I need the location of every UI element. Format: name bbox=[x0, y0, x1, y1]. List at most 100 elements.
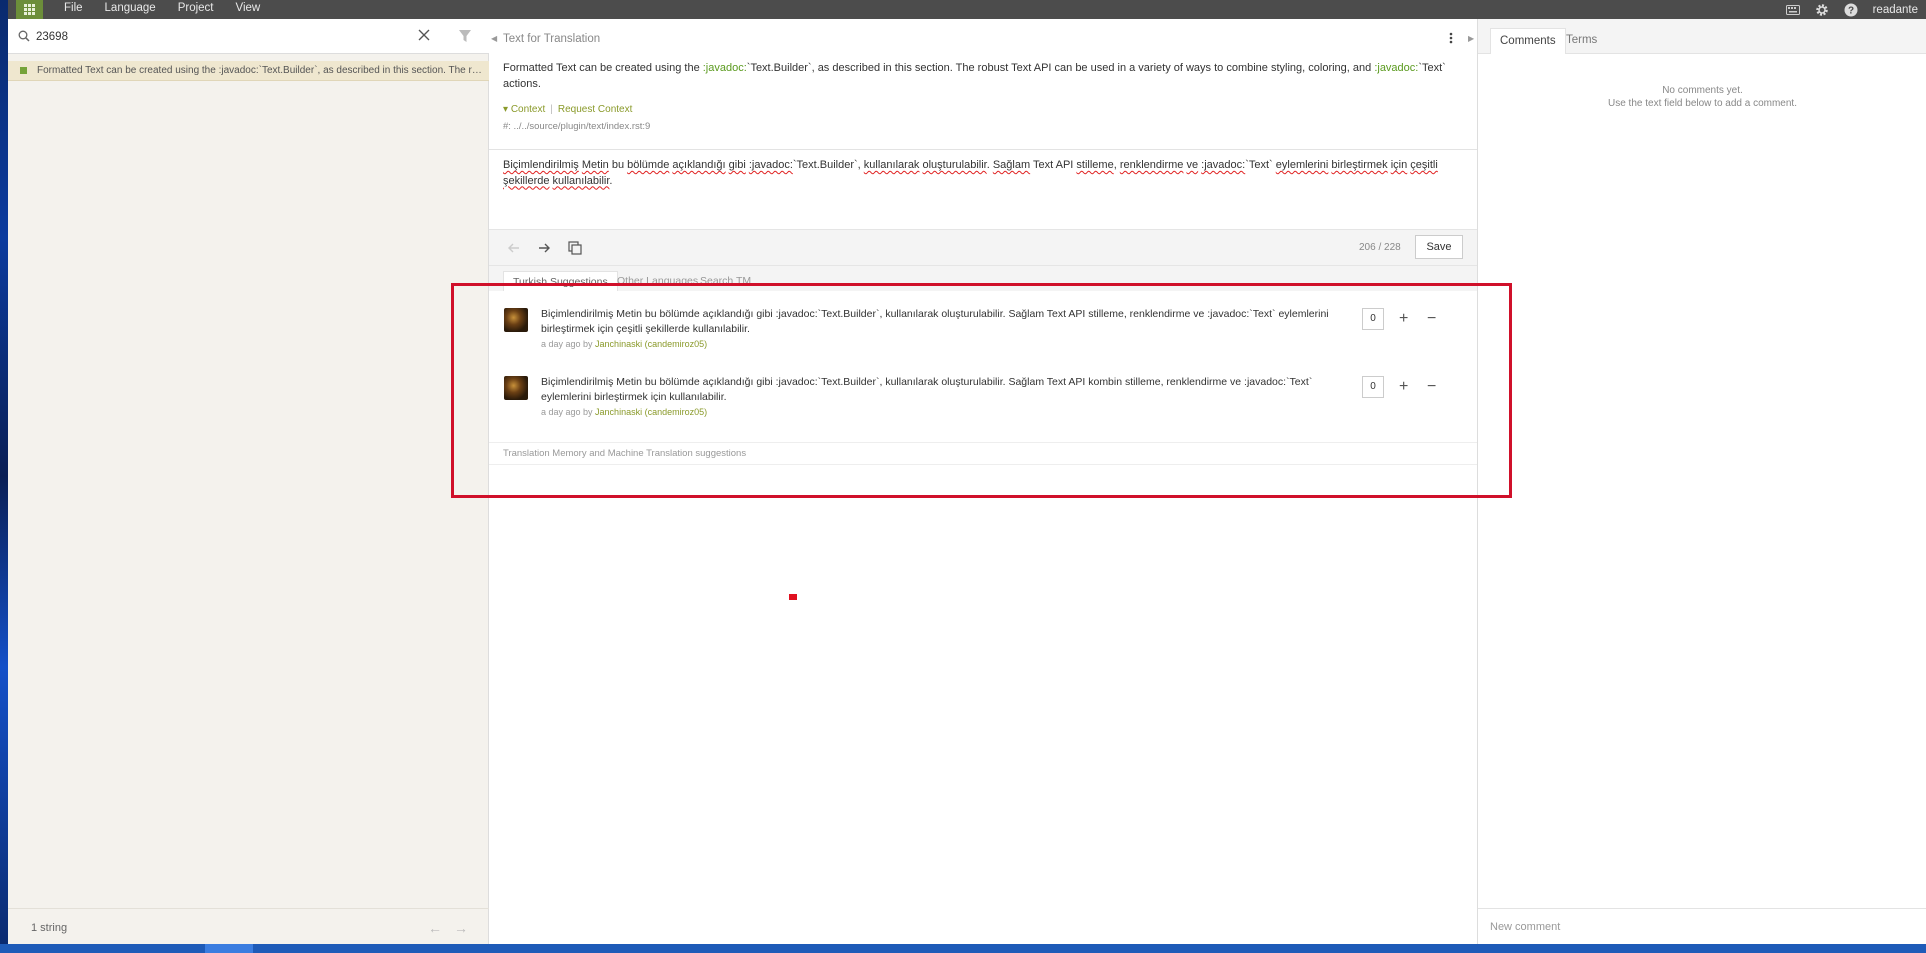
app-grid-icon[interactable] bbox=[16, 0, 43, 19]
search-icon bbox=[18, 30, 30, 45]
misspelled-word: oluşturulabilir bbox=[922, 159, 987, 171]
tab-turkish-suggestions[interactable]: Turkish Suggestions bbox=[503, 271, 618, 291]
translation-text-part: `Text` bbox=[1245, 159, 1276, 171]
misspelled-word: birleştirmek bbox=[1331, 159, 1388, 171]
search-input[interactable] bbox=[36, 28, 416, 46]
comments-pane: ▶ Comments Terms No comments yet. Use th… bbox=[1468, 19, 1926, 944]
svg-text:?: ? bbox=[1848, 5, 1854, 16]
misspelled-word: bölümde bbox=[627, 159, 670, 171]
status-indicator bbox=[20, 67, 27, 74]
translation-text-part: Text API bbox=[1030, 159, 1077, 171]
suggestion-time: a day ago by bbox=[541, 339, 596, 349]
context-separator: | bbox=[550, 104, 553, 115]
translation-text-part: bu bbox=[608, 159, 628, 171]
misspelled-word: kullanılarak bbox=[863, 159, 920, 171]
main-menu: File Language Project View bbox=[64, 0, 282, 19]
filter-icon[interactable] bbox=[458, 29, 472, 43]
unit-list-pane: Formatted Text can be created using the … bbox=[8, 19, 489, 944]
suggestion-item[interactable]: Biçimlendirilmiş Metin bu bölümde açıkla… bbox=[489, 291, 1477, 351]
editor-pane: ◀ Text for Translation Formatted Text ca… bbox=[489, 19, 1477, 944]
menu-language[interactable]: Language bbox=[105, 0, 156, 19]
tab-terms[interactable]: Terms bbox=[1557, 28, 1606, 54]
suggestion-meta: a day ago by Janchinaski (candemiroz05) bbox=[541, 407, 707, 417]
misspelled-word: için bbox=[1390, 159, 1408, 171]
source-text-part: Formatted Text can be created using the bbox=[503, 62, 703, 74]
arrow-right-icon[interactable] bbox=[537, 241, 553, 257]
minus-icon[interactable]: − bbox=[1427, 378, 1436, 396]
vertical-dots-icon[interactable] bbox=[1449, 32, 1459, 46]
arrow-left-icon[interactable]: ← bbox=[428, 920, 442, 936]
avatar bbox=[504, 308, 528, 332]
cursor-marker bbox=[789, 594, 797, 600]
suggestion-author[interactable]: Janchinaski (candemiroz05) bbox=[595, 339, 707, 349]
keyboard-icon[interactable] bbox=[1786, 2, 1801, 17]
source-keyword: :javadoc: bbox=[1374, 62, 1419, 74]
gear-icon[interactable] bbox=[1815, 2, 1830, 17]
save-button[interactable]: Save bbox=[1415, 235, 1463, 259]
misspelled-word: Sağlam bbox=[992, 159, 1031, 171]
misspelled-word: :javadoc: bbox=[748, 159, 793, 171]
vote-count: 0 bbox=[1362, 308, 1384, 330]
help-icon[interactable]: ? bbox=[1844, 2, 1859, 17]
collapse-left-icon[interactable]: ◀ bbox=[491, 34, 497, 43]
search-bar bbox=[8, 19, 489, 54]
misspelled-word: ve bbox=[1186, 159, 1199, 171]
translation-text-part: `Text.Builder`, bbox=[792, 159, 864, 171]
avatar bbox=[504, 376, 528, 400]
arrow-left-icon[interactable] bbox=[507, 241, 523, 257]
misspelled-word: şekillerde bbox=[503, 174, 550, 187]
unit-list-footer: 1 string ← → bbox=[8, 908, 489, 944]
editor-toolbar: 206 / 228 Save bbox=[489, 229, 1477, 266]
request-context-link[interactable]: Request Context bbox=[558, 104, 633, 115]
divider bbox=[489, 149, 1477, 150]
suggestion-text[interactable]: Biçimlendirilmiş Metin bu bölümde açıkla… bbox=[541, 307, 1361, 337]
no-comments-hint: Use the text field below to add a commen… bbox=[1608, 98, 1797, 109]
string-count: 1 string bbox=[31, 922, 68, 934]
tab-search-tm[interactable]: Search TM bbox=[691, 271, 760, 291]
context-toggle[interactable]: ▾ Context bbox=[503, 104, 545, 115]
new-comment-area bbox=[1478, 908, 1926, 944]
suggestion-text[interactable]: Biçimlendirilmiş Metin bu bölümde açıkla… bbox=[541, 375, 1361, 405]
misspelled-word: Metin bbox=[581, 159, 609, 171]
vote-count: 0 bbox=[1362, 376, 1384, 398]
source-text-part: `Text.Builder`, as described in this sec… bbox=[746, 62, 1375, 74]
taskbar-active-app[interactable] bbox=[205, 944, 253, 953]
misspelled-word: çeşitli bbox=[1410, 159, 1438, 171]
file-location: #: ../../source/plugin/text/index.rst:9 bbox=[503, 121, 651, 132]
right-panel-tabs: Comments Terms bbox=[1478, 19, 1926, 54]
context-links: ▾ Context | Request Context bbox=[503, 104, 632, 115]
translation-text-part: . bbox=[609, 174, 613, 187]
tm-suggestions-label: Translation Memory and Machine Translati… bbox=[503, 448, 747, 459]
plus-icon[interactable]: + bbox=[1399, 378, 1408, 396]
suggestion-tabs: Turkish Suggestions Other Languages Sear… bbox=[489, 266, 1477, 291]
menu-file[interactable]: File bbox=[64, 0, 83, 19]
minus-icon[interactable]: − bbox=[1427, 310, 1436, 328]
misspelled-word: renklendirme bbox=[1119, 159, 1184, 171]
suggestion-author[interactable]: Janchinaski (candemiroz05) bbox=[595, 407, 707, 417]
close-icon[interactable] bbox=[418, 29, 432, 43]
no-comments-title: No comments yet. bbox=[1662, 85, 1743, 96]
new-comment-input[interactable] bbox=[1490, 919, 1910, 935]
copy-icon[interactable] bbox=[568, 241, 584, 257]
source-keyword: :javadoc: bbox=[702, 62, 747, 74]
suggestion-item[interactable]: Biçimlendirilmiş Metin bu bölümde açıkla… bbox=[489, 359, 1477, 419]
context-label: Context bbox=[510, 104, 546, 115]
top-bar: File Language Project View ? readante bbox=[8, 0, 1926, 19]
tm-suggestions-header[interactable]: Translation Memory and Machine Translati… bbox=[489, 442, 1477, 465]
arrow-right-icon[interactable]: → bbox=[454, 920, 468, 936]
desktop-background bbox=[0, 0, 8, 953]
tab-comments[interactable]: Comments bbox=[1490, 28, 1566, 54]
misspelled-word: açıklandığı bbox=[672, 159, 726, 171]
user-menu[interactable]: readante bbox=[1873, 4, 1918, 16]
character-count: 206 / 228 bbox=[1359, 242, 1401, 253]
unit-source-preview: Formatted Text can be created using the … bbox=[37, 65, 482, 76]
misspelled-word: :javadoc: bbox=[1201, 159, 1246, 171]
menu-view[interactable]: View bbox=[236, 0, 261, 19]
source-title: Text for Translation bbox=[503, 33, 601, 45]
taskbar bbox=[0, 944, 1926, 953]
plus-icon[interactable]: + bbox=[1399, 310, 1408, 328]
menu-project[interactable]: Project bbox=[178, 0, 214, 19]
translation-editor[interactable]: Biçimlendirilmiş Metin bu bölümde açıkla… bbox=[503, 158, 1468, 189]
collapse-right-icon[interactable]: ▶ bbox=[1468, 34, 1474, 43]
list-item[interactable]: Formatted Text can be created using the … bbox=[8, 61, 489, 81]
